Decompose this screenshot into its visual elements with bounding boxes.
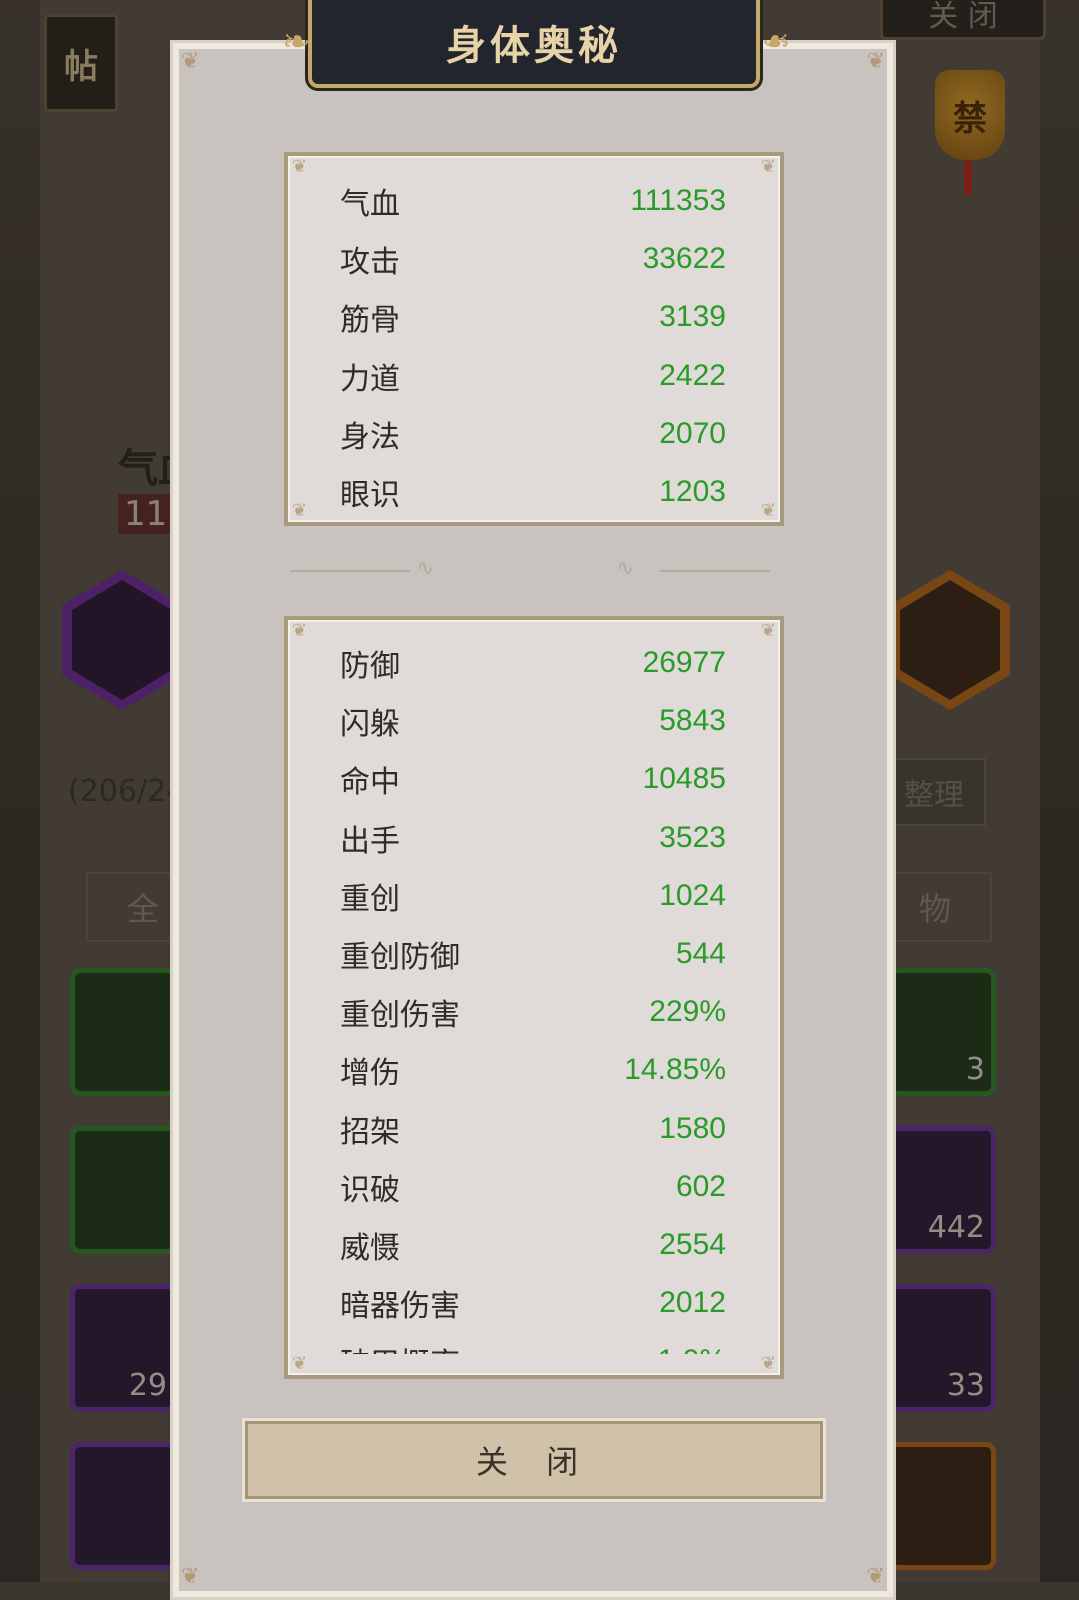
- section-divider: ∿ ∿: [290, 556, 770, 581]
- stat-name: 力道: [340, 361, 400, 397]
- stat-name: 重创: [340, 881, 400, 917]
- close-button-label: 关 闭: [475, 1443, 593, 1481]
- title-ornament-right-icon: ❧: [762, 22, 791, 62]
- stat-value: 3523: [659, 820, 726, 854]
- secondary-stats-list: 防御 26977 闪躲 5843 命中 10485 出手 3523 重创 1024 重创防…: [340, 634, 726, 1354]
- stat-value: 1024: [659, 878, 726, 912]
- stat-name: 增伤: [340, 1056, 400, 1092]
- secondary-stats-viewport[interactable]: 防御 26977 闪躲 5843 命中 10485 出手 3523 重创 1024 重创防…: [288, 620, 780, 1354]
- stat-value: 602: [675, 1169, 726, 1203]
- stat-value: 1.0%: [658, 1344, 726, 1354]
- stat-row: 增伤 14.85%: [340, 1041, 726, 1099]
- dialog-title: 身体奥秘: [446, 23, 622, 69]
- stat-value: 3139: [659, 300, 726, 334]
- panel-corner-icon: ❦: [760, 500, 776, 521]
- stat-row: 气血 111353: [340, 172, 726, 230]
- stat-value: 2422: [659, 358, 726, 392]
- stat-row: 招架 1580: [340, 1100, 726, 1158]
- corner-ornament-icon: ❦: [181, 1564, 200, 1589]
- stat-name: 重创防御: [340, 940, 460, 976]
- stat-value: 1203: [659, 475, 726, 509]
- stat-value: 2070: [659, 416, 726, 450]
- stat-row: 重创防御 544: [340, 925, 726, 983]
- dialog-title-plate: 身体奥秘: [308, 0, 760, 88]
- divider-ornament-icon: ∿: [416, 556, 435, 581]
- stat-row: 眼识 1203: [340, 463, 726, 521]
- stat-name: 攻击: [340, 245, 400, 281]
- stat-name: 识破: [340, 1172, 400, 1208]
- divider-ornament-icon: ∿: [616, 556, 635, 581]
- stat-value: 544: [675, 937, 726, 971]
- stat-row: 身法 2070: [340, 405, 726, 463]
- stat-row: 重创 1024: [340, 867, 726, 925]
- stat-row: 出手 3523: [340, 809, 726, 867]
- stat-value: 111353: [630, 184, 726, 218]
- primary-stats-list: 气血 111353 攻击 33622 筋骨 3139 力道 2422 身法 2070 眼识…: [340, 172, 726, 521]
- stat-value: 14.85%: [624, 1053, 726, 1087]
- stat-value: 229%: [649, 995, 726, 1029]
- panel-corner-icon: ❦: [292, 1353, 308, 1374]
- stat-name: 身法: [340, 419, 400, 455]
- stat-row: 筋骨 3139: [340, 288, 726, 346]
- panel-corner-icon: ❦: [760, 1353, 776, 1374]
- corner-ornament-icon: ❦: [866, 1564, 885, 1589]
- close-button[interactable]: 关 闭: [242, 1418, 826, 1502]
- stat-value: 26977: [642, 646, 726, 680]
- stat-value: 33622: [642, 242, 726, 276]
- corner-ornament-icon: ❦: [181, 49, 200, 74]
- primary-stats-panel[interactable]: ❦ ❦ ❦ ❦ 气血 111353 攻击 33622 筋骨 3139 力道 2422 身…: [284, 152, 784, 526]
- stat-name: 重创伤害: [340, 998, 460, 1034]
- stat-name: 破甲概率: [340, 1339, 460, 1354]
- stat-row: 威慑 2554: [340, 1216, 726, 1274]
- panel-corner-icon: ❦: [292, 500, 308, 521]
- stat-row: 暗器伤害 2012: [340, 1274, 726, 1332]
- stat-value: 1580: [659, 1111, 726, 1145]
- stat-value: 5843: [659, 704, 726, 738]
- stat-value: 10485: [642, 762, 726, 796]
- stat-row: 力道 2422: [340, 347, 726, 405]
- stat-row: 识破 602: [340, 1158, 726, 1216]
- stat-name: 闪躲: [340, 707, 400, 743]
- panel-corner-icon: ❦: [292, 156, 308, 177]
- stat-row: 破甲概率 1.0%: [340, 1332, 726, 1354]
- secondary-stats-panel[interactable]: ❦ ❦ ❦ ❦ 防御 26977 闪躲 5843 命中 10485 出手 3523 重创…: [284, 616, 784, 1379]
- stat-name: 眼识: [340, 478, 400, 514]
- stat-value: 2554: [659, 1227, 726, 1261]
- stat-name: 招架: [340, 1114, 400, 1150]
- title-ornament-left-icon: ❧: [282, 22, 311, 62]
- stat-name: 防御: [340, 649, 400, 685]
- stat-name: 威慑: [340, 1230, 400, 1266]
- stat-row: 命中 10485: [340, 750, 726, 808]
- stat-name: 命中: [340, 765, 400, 801]
- stat-name: 出手: [340, 823, 400, 859]
- stat-row: 闪躲 5843: [340, 692, 726, 750]
- corner-ornament-icon: ❦: [866, 49, 885, 74]
- stat-row: 重创伤害 229%: [340, 983, 726, 1041]
- stat-row: 防御 26977: [340, 634, 726, 692]
- panel-corner-icon: ❦: [760, 156, 776, 177]
- stat-name: 气血: [340, 187, 400, 223]
- stat-name: 筋骨: [340, 303, 400, 339]
- stat-name: 暗器伤害: [340, 1289, 460, 1325]
- stat-row: 攻击 33622: [340, 230, 726, 288]
- stat-value: 2012: [659, 1286, 726, 1320]
